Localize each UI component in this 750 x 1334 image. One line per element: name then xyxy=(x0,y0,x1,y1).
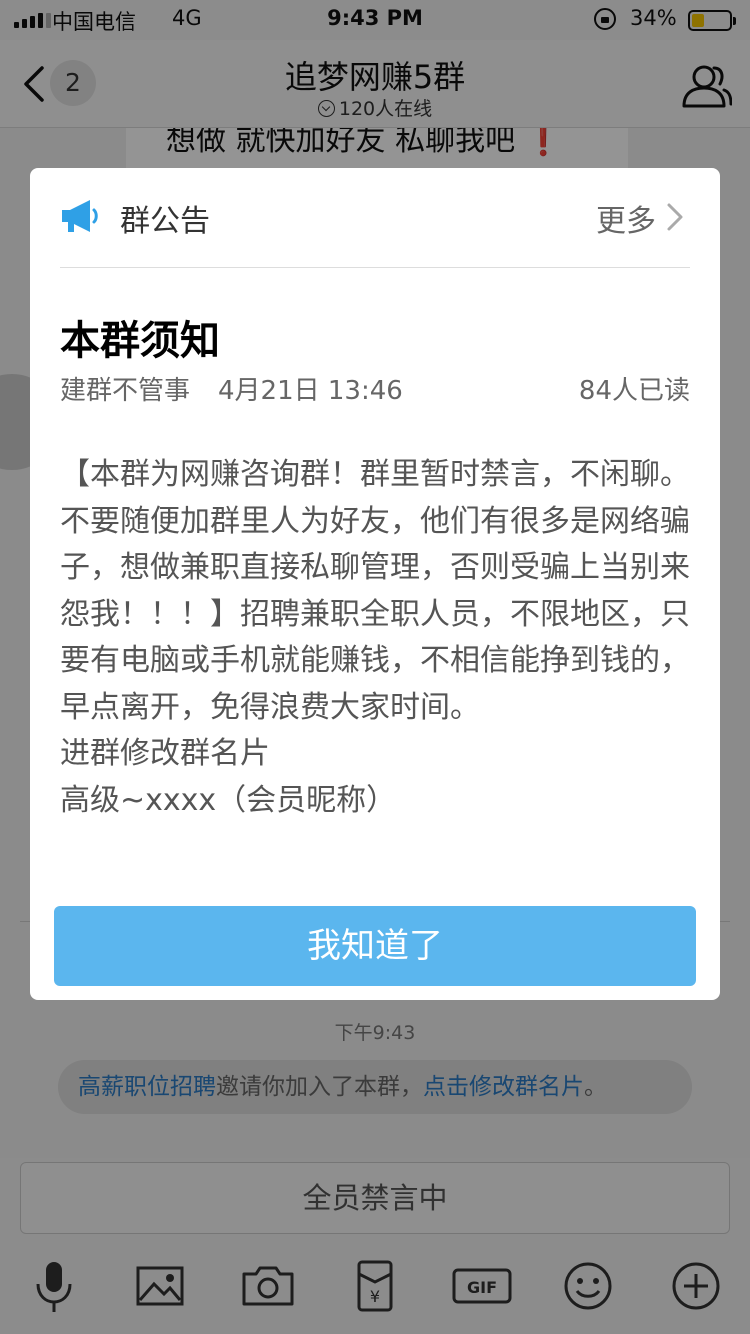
megaphone-icon xyxy=(62,200,98,232)
more-link[interactable]: 更多 xyxy=(596,196,656,240)
notice-paragraph: 【本群为网赚咨询群！群里暂时禁言，不闲聊。不要随便加群里人为好友，他们有很多是网… xyxy=(60,457,690,725)
notice-line: 进群修改群名片 xyxy=(60,736,270,771)
notice-line: 高级~xxxx（会员昵称） xyxy=(60,782,397,818)
acknowledge-button[interactable]: 我知道了 xyxy=(54,906,696,986)
notice-title: 本群须知 xyxy=(60,318,220,364)
dialog-header: 群公告 更多 xyxy=(60,168,690,268)
announcement-dialog: 群公告 更多 本群须知 建群不管事 4月21日 13:46 84人已读 【本群为… xyxy=(30,168,720,1000)
dialog-header-title: 群公告 xyxy=(120,204,210,239)
notice-author: 建群不管事 xyxy=(60,376,191,406)
chevron-right-icon[interactable] xyxy=(664,202,686,232)
read-count[interactable]: 84人已读 xyxy=(579,370,690,407)
notice-body: 【本群为网赚咨询群！群里暂时禁言，不闲聊。不要随便加群里人为好友，他们有很多是网… xyxy=(60,452,690,824)
notice-time: 4月21日 13:46 xyxy=(218,376,403,406)
